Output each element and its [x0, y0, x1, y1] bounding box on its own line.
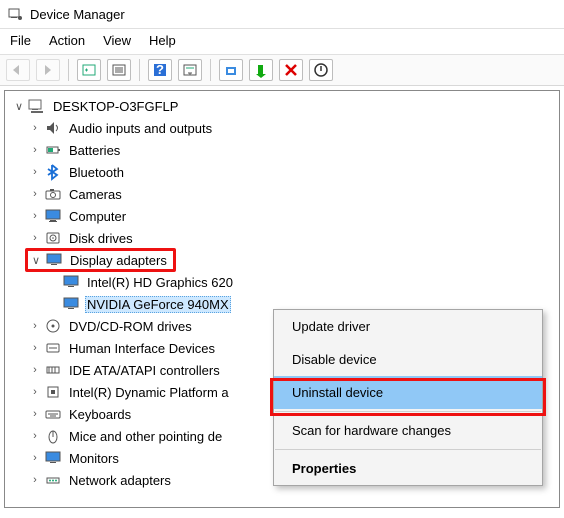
- disk-icon: [43, 229, 63, 247]
- properties-button[interactable]: [107, 59, 131, 81]
- device-category-audio[interactable]: › Audio inputs and outputs: [7, 117, 559, 139]
- context-separator: [275, 449, 541, 450]
- titlebar: Device Manager: [0, 0, 564, 29]
- expander-icon[interactable]: ›: [27, 320, 43, 332]
- category-label[interactable]: Audio inputs and outputs: [67, 120, 214, 137]
- category-label[interactable]: Network adapters: [67, 472, 173, 489]
- expander-icon[interactable]: ›: [27, 386, 43, 398]
- category-label[interactable]: Batteries: [67, 142, 122, 159]
- install-button[interactable]: [249, 59, 273, 81]
- category-label[interactable]: Cameras: [67, 186, 124, 203]
- device-label[interactable]: NVIDIA GeForce 940MX: [85, 296, 231, 313]
- expander-icon[interactable]: ›: [27, 210, 43, 222]
- monitor-icon: [43, 449, 63, 467]
- optical-drive-icon: [43, 317, 63, 335]
- device-category-cameras[interactable]: › Cameras: [7, 183, 559, 205]
- disable-button[interactable]: [309, 59, 333, 81]
- hid-icon: [43, 339, 63, 357]
- expander-icon[interactable]: ›: [27, 188, 43, 200]
- category-label[interactable]: Monitors: [67, 450, 121, 467]
- expander-icon[interactable]: ›: [27, 364, 43, 376]
- device-item-intel-graphics[interactable]: › Intel(R) HD Graphics 620: [7, 271, 559, 293]
- chip-icon: [43, 383, 63, 401]
- menu-file[interactable]: File: [10, 33, 31, 48]
- expander-icon[interactable]: ›: [27, 166, 43, 178]
- menu-view[interactable]: View: [103, 33, 131, 48]
- category-label[interactable]: Display adapters: [68, 252, 169, 269]
- help-button[interactable]: ?: [148, 59, 172, 81]
- update-driver-button[interactable]: [219, 59, 243, 81]
- highlight-uninstall: [270, 378, 546, 416]
- speaker-icon: [43, 119, 63, 137]
- window-title: Device Manager: [30, 7, 125, 22]
- category-label[interactable]: DVD/CD-ROM drives: [67, 318, 194, 335]
- display-adapter-icon: [44, 251, 64, 269]
- category-label[interactable]: Disk drives: [67, 230, 135, 247]
- expander-icon[interactable]: ›: [27, 122, 43, 134]
- scan-button[interactable]: [178, 59, 202, 81]
- forward-button[interactable]: [36, 59, 60, 81]
- toolbar-separator: [210, 59, 211, 81]
- uninstall-button[interactable]: [279, 59, 303, 81]
- category-label[interactable]: Intel(R) Dynamic Platform a: [67, 384, 231, 401]
- app-icon: [8, 6, 24, 22]
- context-item-scan-hardware[interactable]: Scan for hardware changes: [274, 414, 542, 447]
- device-category-computer[interactable]: › Computer: [7, 205, 559, 227]
- expander-icon[interactable]: ›: [27, 232, 43, 244]
- tree-root[interactable]: ∨ DESKTOP-O3FGFLP: [7, 95, 559, 117]
- context-item-properties[interactable]: Properties: [274, 452, 542, 485]
- battery-icon: [43, 141, 63, 159]
- toolbar-separator: [139, 59, 140, 81]
- computer-icon: [27, 97, 47, 115]
- device-category-bluetooth[interactable]: › Bluetooth: [7, 161, 559, 183]
- show-hide-tree-button[interactable]: [77, 59, 101, 81]
- menubar: File Action View Help: [0, 29, 564, 55]
- expander-icon[interactable]: ∨: [11, 100, 27, 113]
- highlight-display-adapters: ∨ Display adapters: [25, 248, 176, 272]
- device-category-batteries[interactable]: › Batteries: [7, 139, 559, 161]
- menu-action[interactable]: Action: [49, 33, 85, 48]
- toolbar: ?: [0, 55, 564, 86]
- root-label[interactable]: DESKTOP-O3FGFLP: [51, 98, 180, 115]
- category-label[interactable]: Human Interface Devices: [67, 340, 217, 357]
- ide-controller-icon: [43, 361, 63, 379]
- expander-icon[interactable]: ›: [27, 452, 43, 464]
- back-button[interactable]: [6, 59, 30, 81]
- category-label[interactable]: Bluetooth: [67, 164, 126, 181]
- display-adapter-icon: [61, 273, 81, 291]
- svg-text:?: ?: [156, 62, 164, 77]
- expander-icon[interactable]: ›: [27, 474, 43, 486]
- device-category-diskdrives[interactable]: › Disk drives: [7, 227, 559, 249]
- monitor-icon: [43, 207, 63, 225]
- menu-help[interactable]: Help: [149, 33, 176, 48]
- expander-icon[interactable]: ∨: [28, 254, 44, 267]
- device-label[interactable]: Intel(R) HD Graphics 620: [85, 274, 235, 291]
- expander-icon[interactable]: ›: [27, 430, 43, 442]
- category-label[interactable]: Keyboards: [67, 406, 133, 423]
- keyboard-icon: [43, 405, 63, 423]
- toolbar-separator: [68, 59, 69, 81]
- context-item-update-driver[interactable]: Update driver: [274, 310, 542, 343]
- category-label[interactable]: Mice and other pointing de: [67, 428, 224, 445]
- category-label[interactable]: IDE ATA/ATAPI controllers: [67, 362, 222, 379]
- device-category-display[interactable]: ∨ Display adapters: [7, 249, 559, 271]
- context-item-disable-device[interactable]: Disable device: [274, 343, 542, 376]
- network-icon: [43, 471, 63, 489]
- mouse-icon: [43, 427, 63, 445]
- display-adapter-icon: [61, 295, 81, 313]
- device-tree[interactable]: ∨ DESKTOP-O3FGFLP › Audio inputs and out…: [4, 90, 560, 508]
- category-label[interactable]: Computer: [67, 208, 128, 225]
- bluetooth-icon: [43, 163, 63, 181]
- expander-icon[interactable]: ›: [27, 342, 43, 354]
- expander-icon[interactable]: ›: [27, 144, 43, 156]
- camera-icon: [43, 185, 63, 203]
- expander-icon[interactable]: ›: [27, 408, 43, 420]
